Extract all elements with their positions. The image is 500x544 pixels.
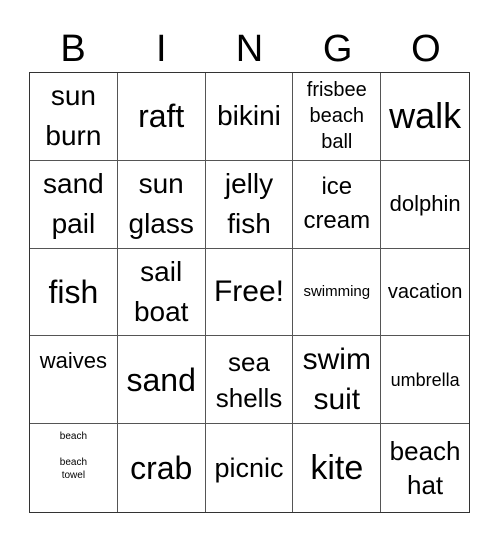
bingo-cell[interactable]: sand pail (30, 160, 118, 249)
bingo-cell[interactable]: ice cream (293, 160, 382, 249)
bingo-cell[interactable]: sea shells (205, 336, 294, 425)
bingo-cell[interactable]: fish (30, 248, 118, 337)
header-letter-o: O (411, 28, 441, 70)
bingo-cell[interactable]: frisbee beach ball (293, 73, 382, 161)
bingo-cell[interactable]: sail boat (117, 248, 206, 337)
bingo-cell[interactable]: umbrella (381, 336, 469, 425)
bingo-grid: sun burn raft bikini frisbee beach ball walk… (29, 72, 470, 513)
bingo-cell[interactable]: bikini (205, 73, 294, 161)
bingo-cell[interactable]: jelly fish (205, 160, 294, 249)
bingo-cell[interactable]: beach hat (381, 424, 469, 512)
bingo-cell[interactable]: vacation (381, 249, 469, 337)
bingo-cell[interactable]: waives (30, 336, 118, 425)
bingo-cell[interactable]: walk (381, 73, 469, 161)
bingo-cell[interactable]: sand (117, 336, 206, 425)
bingo-cell[interactable]: picnic (206, 424, 294, 512)
bingo-cell[interactable]: Free! (205, 248, 294, 337)
header-letter-g: G (322, 28, 353, 70)
header-letter-i: I (156, 28, 167, 70)
bingo-cell[interactable]: dolphin (381, 161, 469, 249)
bingo-header: B I N G O (29, 26, 470, 72)
header-letter-b: B (60, 28, 86, 70)
header-letter-n: N (235, 28, 264, 70)
bingo-cell[interactable]: kite (293, 424, 382, 512)
bingo-cell[interactable]: swimming (293, 248, 382, 337)
bingo-cell[interactable]: crab (118, 424, 206, 512)
bingo-cell[interactable]: swim suit (293, 336, 382, 425)
bingo-cell[interactable]: raft (117, 73, 206, 161)
bingo-cell[interactable]: sun burn (30, 73, 118, 161)
bingo-cell[interactable]: sun glass (117, 160, 206, 249)
bingo-cell[interactable]: beach beach towel (30, 424, 118, 512)
